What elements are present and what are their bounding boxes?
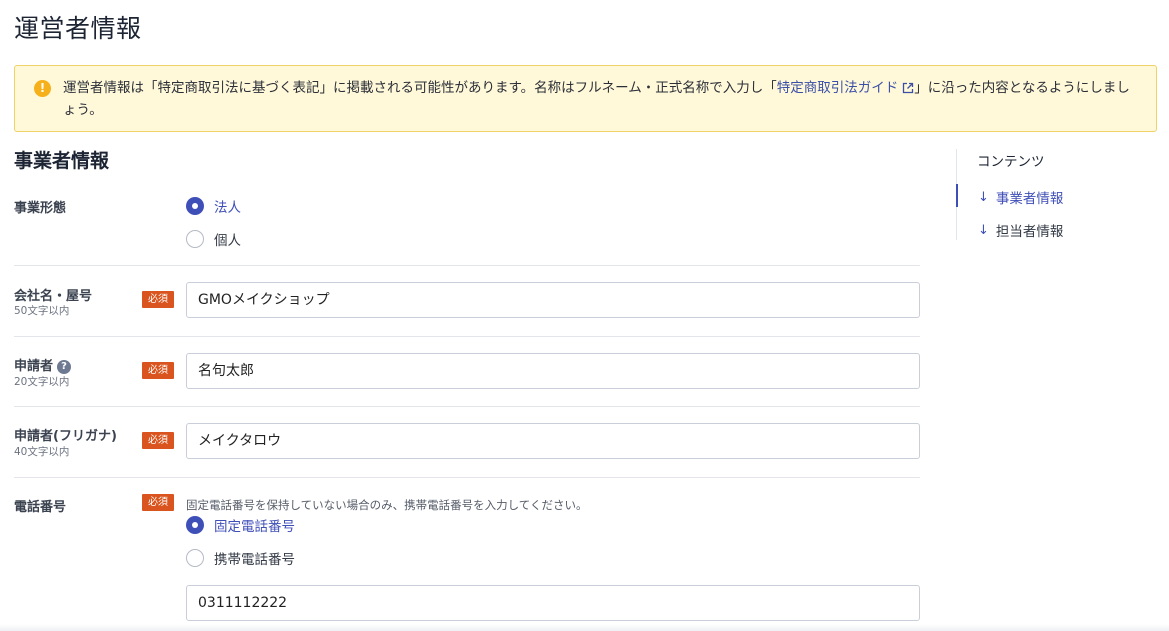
phone-option-landline[interactable]: 固定電話番号 <box>186 515 295 535</box>
applicant-input[interactable]: 名句太郎 <box>186 353 920 389</box>
external-link-icon[interactable] <box>902 82 914 94</box>
toc-item-label[interactable]: 事業者情報 <box>996 187 1064 207</box>
applicant-row: 申請者? 20文字以内 必須 名句太郎 <box>14 353 920 393</box>
toc-item-business-info[interactable]: ↓ 事業者情報 <box>978 187 1064 208</box>
radio-label-corporation[interactable]: 法人 <box>214 196 241 216</box>
toc-active-indicator <box>956 184 958 207</box>
applicant-label: 申請者 <box>14 359 54 374</box>
required-badge: 必須 <box>142 291 174 308</box>
question-icon[interactable]: ? <box>57 360 72 374</box>
radio-label-mobile[interactable]: 携帯電話番号 <box>214 548 295 568</box>
section-title-business-info: 事業者情報 <box>14 150 110 172</box>
divider <box>14 336 920 337</box>
applicant-kana-input[interactable]: メイクタロウ <box>186 423 920 459</box>
applicant-limit: 20文字以内 <box>14 376 70 388</box>
divider <box>14 406 920 407</box>
applicant-label-wrap: 申請者? <box>14 355 72 374</box>
phone-option-mobile[interactable]: 携帯電話番号 <box>186 548 295 568</box>
arrow-down-icon[interactable]: ↓ <box>978 190 989 205</box>
phone-input[interactable]: 0311112222 <box>186 585 920 621</box>
tokusho-guide-link[interactable]: 特定商取引法ガイド <box>777 80 915 96</box>
radio-label-individual[interactable]: 個人 <box>214 229 241 249</box>
toc-item-label[interactable]: 担当者情報 <box>996 220 1064 240</box>
tokusho-guide-link-label[interactable]: 特定商取引法ガイド <box>777 80 899 96</box>
company-name-label: 会社名・屋号 <box>14 289 93 304</box>
required-badge: 必須 <box>142 362 174 379</box>
business-type-option-corporation[interactable]: 法人 <box>186 196 241 216</box>
applicant-kana-label: 申請者(フリガナ) <box>14 429 117 444</box>
required-badge: 必須 <box>142 494 174 511</box>
toc-item-contact-info[interactable]: ↓ 担当者情報 <box>978 220 1064 241</box>
radio-unchecked-icon[interactable] <box>186 230 204 248</box>
applicant-kana-row: 申請者(フリガナ) 40文字以内 必須 メイクタロウ <box>14 423 920 463</box>
phone-row: 電話番号 必須 固定電話番号を保持していない場合のみ、携帯電話番号を入力してくだ… <box>14 494 920 624</box>
divider <box>14 477 920 478</box>
divider <box>14 265 920 266</box>
info-icon: ! <box>34 80 51 97</box>
business-type-row: 事業形態 法人 個人 <box>14 196 920 256</box>
scroll-edge <box>0 624 1169 631</box>
notice-text-before: 運営者情報は「特定商取引法に基づく表記」に掲載される可能性があります。名称はフル… <box>63 80 777 96</box>
business-type-label: 事業形態 <box>14 201 67 216</box>
required-badge: 必須 <box>142 432 174 449</box>
phone-label: 電話番号 <box>14 500 67 515</box>
arrow-down-icon[interactable]: ↓ <box>978 223 989 238</box>
company-name-row: 会社名・屋号 50文字以内 必須 GMOメイクショップ <box>14 282 920 322</box>
company-name-limit: 50文字以内 <box>14 305 70 317</box>
notice-banner: ! 運営者情報は「特定商取引法に基づく表記」に掲載される可能性があります。名称は… <box>14 65 1157 132</box>
page-title: 運営者情報 <box>14 14 142 43</box>
radio-checked-icon[interactable] <box>186 516 204 534</box>
applicant-kana-limit: 40文字以内 <box>14 446 70 458</box>
radio-checked-icon[interactable] <box>186 197 204 215</box>
radio-unchecked-icon[interactable] <box>186 549 204 567</box>
radio-label-landline[interactable]: 固定電話番号 <box>214 515 295 535</box>
toc-title: コンテンツ <box>977 154 1045 170</box>
notice-text: 運営者情報は「特定商取引法に基づく表記」に掲載される可能性があります。名称はフル… <box>63 77 1143 121</box>
company-name-input[interactable]: GMOメイクショップ <box>186 282 920 318</box>
phone-hint: 固定電話番号を保持していない場合のみ、携帯電話番号を入力してください。 <box>186 498 588 512</box>
business-type-option-individual[interactable]: 個人 <box>186 229 241 249</box>
